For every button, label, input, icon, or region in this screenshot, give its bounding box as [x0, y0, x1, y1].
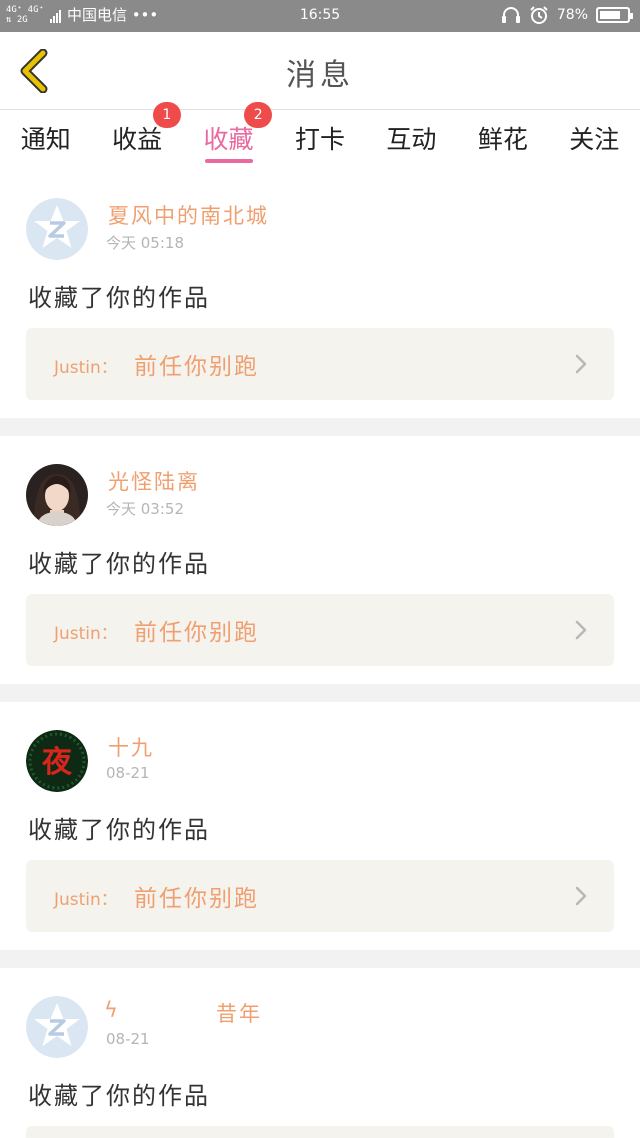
timestamp: 08-21: [106, 1030, 150, 1048]
unread-badge: 2: [244, 102, 273, 128]
photo-avatar: [26, 464, 88, 526]
chevron-right-icon: [575, 886, 587, 906]
tab-favorites[interactable]: 收藏 2: [183, 102, 274, 170]
default-avatar-icon: [26, 996, 88, 1058]
user-name[interactable]: 夏风中的南北城: [108, 200, 269, 230]
tab-notice[interactable]: 通知: [0, 110, 91, 170]
timestamp: 今天 03:52: [106, 500, 184, 518]
user-name-text: 昔年: [216, 1002, 262, 1026]
divider: [0, 418, 640, 436]
top-header: 消息: [0, 32, 640, 110]
timestamp: 08-21: [106, 764, 150, 782]
active-tab-indicator: [204, 159, 253, 163]
unread-badge: 1: [152, 102, 181, 128]
tab-following[interactable]: 关注: [549, 110, 640, 170]
avatar[interactable]: [26, 996, 88, 1058]
work-link[interactable]: Justin： 前任你别跑: [26, 594, 614, 666]
tab-label: 关注: [569, 125, 620, 154]
work-link[interactable]: [26, 1126, 614, 1138]
battery-icon: [596, 7, 633, 23]
battery-percent: 78%: [556, 7, 588, 23]
work-title: 前任你别跑: [134, 886, 259, 912]
divider: [0, 684, 640, 702]
tab-label: 互动: [386, 125, 437, 154]
work-author: Justin：: [54, 890, 118, 910]
tab-label: 打卡: [294, 125, 345, 154]
headset-icon: [501, 7, 520, 23]
message-tabs: 通知 收益 1 收藏 2 打卡 互动 鲜花 关注: [0, 102, 640, 170]
work-title: 前任你别跑: [134, 620, 259, 646]
activity-text: 收藏了你的作品: [28, 816, 210, 844]
list-item: 夏风中的南北城 今天 05:18 收藏了你的作品 Justin： 前任你别跑: [0, 170, 640, 418]
avatar[interactable]: [26, 464, 88, 526]
activity-text: 收藏了你的作品: [28, 550, 210, 578]
default-avatar-icon: [26, 198, 88, 260]
activity-text: 收藏了你的作品: [28, 1082, 210, 1110]
list-item: 光怪陆离 今天 03:52 收藏了你的作品 Justin： 前任你别跑: [0, 436, 640, 684]
work-author: Justin：: [54, 624, 118, 644]
work-link[interactable]: Justin： 前任你别跑: [26, 860, 614, 932]
timestamp: 今天 05:18: [106, 234, 184, 252]
tab-label: 鲜花: [477, 125, 528, 154]
tab-label: 收益: [112, 125, 163, 154]
chevron-right-icon: [575, 354, 587, 374]
work-title: 前任你别跑: [134, 354, 259, 380]
status-right: 78%: [501, 5, 633, 25]
activity-text: 收藏了你的作品: [28, 284, 210, 312]
avatar[interactable]: [26, 198, 88, 260]
battery-fill: [600, 11, 620, 19]
chevron-right-icon: [575, 620, 587, 640]
favorites-feed: 夏风中的南北城 今天 05:18 收藏了你的作品 Justin： 前任你别跑 光…: [0, 170, 640, 1138]
tab-checkin[interactable]: 打卡: [274, 110, 365, 170]
tab-flowers[interactable]: 鲜花: [457, 110, 548, 170]
avatar[interactable]: 夜: [26, 730, 88, 792]
work-author: Justin：: [54, 358, 118, 378]
user-name-symbol: ϟ: [104, 998, 118, 1022]
calligraphy-avatar: 夜: [26, 730, 88, 792]
list-item: 夜 十九 08-21 收藏了你的作品 Justin： 前任你别跑: [0, 702, 640, 950]
list-item: ϟ 昔年 08-21 收藏了你的作品: [0, 968, 640, 1138]
work-link[interactable]: Justin： 前任你别跑: [26, 328, 614, 400]
tab-interaction[interactable]: 互动: [366, 110, 457, 170]
divider: [0, 950, 640, 968]
tab-label: 通知: [20, 125, 71, 154]
status-bar: 4G⁺ 4G⁺ ⇅ 2G 中国电信 ••• 16:55 78%: [0, 0, 640, 32]
user-name[interactable]: 十九: [108, 732, 154, 762]
tab-label: 收藏: [203, 125, 254, 154]
user-name[interactable]: 光怪陆离: [108, 466, 200, 496]
page-title: 消息: [286, 58, 354, 93]
tab-earnings[interactable]: 收益 1: [91, 102, 182, 170]
avatar-glyph: 夜: [41, 745, 73, 780]
alarm-clock-icon: [530, 6, 548, 24]
user-name[interactable]: ϟ 昔年: [104, 998, 260, 1026]
